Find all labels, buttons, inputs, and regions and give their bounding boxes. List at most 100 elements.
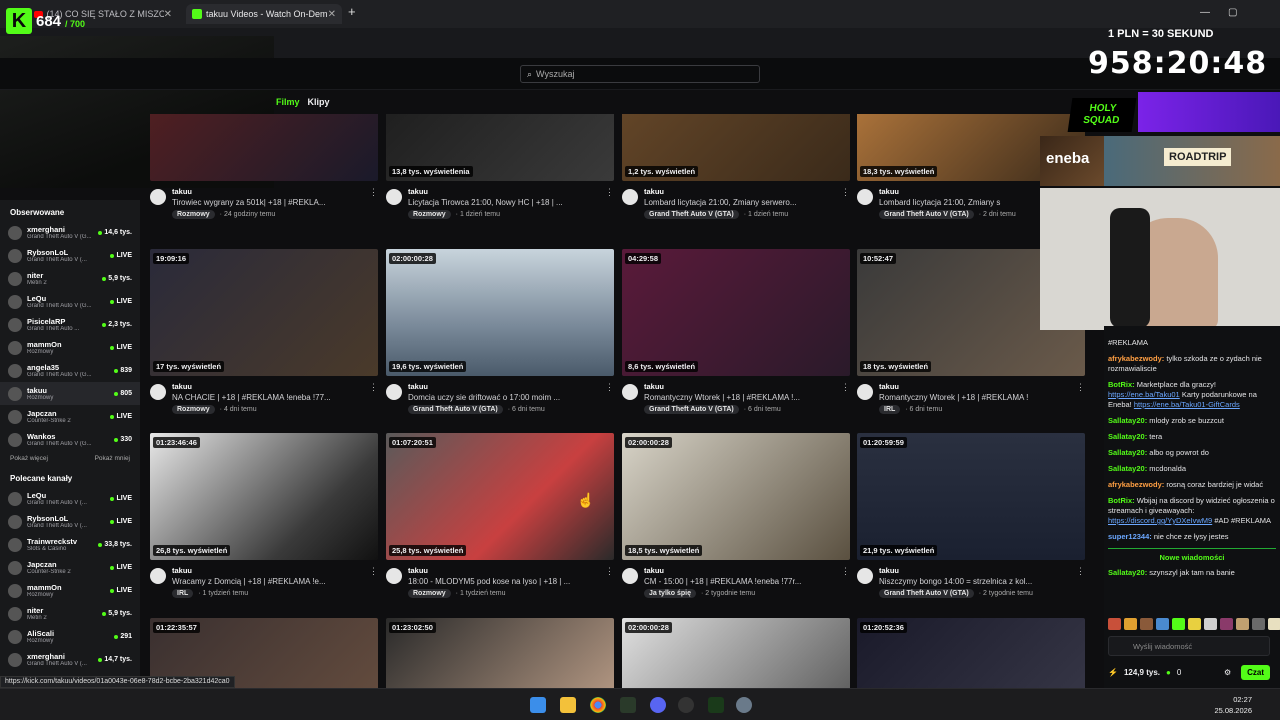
video-card[interactable]: 02:00:00:28 19,6 tys. wyświetleń takuu Do… <box>386 249 614 414</box>
category-tag[interactable]: Rozmowy <box>408 589 451 598</box>
emote-icon[interactable] <box>1140 618 1153 630</box>
channel-avatar[interactable] <box>386 189 402 205</box>
category-tag[interactable]: Rozmowy <box>172 405 215 414</box>
video-card[interactable]: 01:20:59:59 21,9 tys. wyświetleń takuu Ni… <box>857 433 1085 598</box>
sidebar-channel[interactable]: xmerghani Grand Theft Auto V (G... 14,6 … <box>0 221 140 244</box>
video-channel[interactable]: takuu <box>879 382 1072 391</box>
video-thumbnail[interactable] <box>150 114 378 181</box>
tab-kick[interactable]: takuu Videos - Watch On-Dem ✕ <box>186 4 342 24</box>
category-tag[interactable]: Ja tylko śpię <box>644 589 697 598</box>
search-input[interactable]: ⌕ Wyszukaj <box>520 65 760 83</box>
channel-avatar[interactable] <box>386 568 402 584</box>
video-title[interactable]: Wracamy z Domcią | +18 | #REKLAMA !e... <box>172 577 365 586</box>
chat-username[interactable]: Sallatay20: <box>1108 568 1147 577</box>
chat-username[interactable]: BotRix: <box>1108 496 1135 505</box>
channel-avatar[interactable] <box>622 384 638 400</box>
sidebar-channel[interactable]: PisicelaRP Grand Theft Auto ... 2,3 tys. <box>0 313 140 336</box>
chat-username[interactable]: Sallatay20: <box>1108 416 1147 425</box>
settings-icon[interactable]: ⚙ <box>1224 668 1231 677</box>
emote-icon[interactable] <box>1220 618 1233 630</box>
video-thumbnail[interactable]: 02:00:00:28 19,6 tys. wyświetleń <box>386 249 614 376</box>
sidebar-channel[interactable]: xmerghani Grand Theft Auto V (... 14,7 t… <box>0 648 140 671</box>
sidebar-channel[interactable]: RybsonLoL Grand Theft Auto V (... LIVE <box>0 510 140 533</box>
video-channel[interactable]: takuu <box>408 187 601 196</box>
emote-icon[interactable] <box>1268 618 1280 630</box>
category-tag[interactable]: IRL <box>172 589 194 598</box>
sidebar-channel[interactable]: RybsonLoL Grand Theft Auto V (... LIVE <box>0 244 140 267</box>
show-less-button[interactable]: Pokaż mniej <box>95 455 130 462</box>
video-channel[interactable]: takuu <box>172 566 365 575</box>
more-options-icon[interactable]: ⋮ <box>369 187 378 219</box>
obs-icon[interactable] <box>678 697 694 713</box>
video-card[interactable]: 02:00:00:28 <box>622 618 850 688</box>
category-tag[interactable]: Grand Theft Auto V (GTA) <box>644 405 739 414</box>
video-channel[interactable]: takuu <box>408 566 601 575</box>
video-title[interactable]: Romantyczny Wtorek | +18 | #REKLAMA ! <box>879 393 1072 402</box>
xbox-icon[interactable] <box>620 697 636 713</box>
windows-start-icon[interactable] <box>530 697 546 713</box>
emote-icon[interactable] <box>1156 618 1169 630</box>
video-title[interactable]: 18:00 - MLODYM5 pod kose na lyso | +18 |… <box>408 577 601 586</box>
emote-icon[interactable] <box>1252 618 1265 630</box>
sidebar-channel[interactable]: mammOn Rozmowy LIVE <box>0 579 140 602</box>
video-title[interactable]: Tirowiec wygrany za 501k| +18 | #REKLA..… <box>172 198 365 207</box>
video-card[interactable]: 01:23:02:50 <box>386 618 614 688</box>
video-channel[interactable]: takuu <box>172 187 365 196</box>
video-title[interactable]: Romantyczny Wtorek | +18 | #REKLAMA !... <box>644 393 837 402</box>
more-options-icon[interactable]: ⋮ <box>841 566 850 598</box>
category-tag[interactable]: Grand Theft Auto V (GTA) <box>408 405 503 414</box>
chat-username[interactable]: Sallatay20: <box>1108 448 1147 457</box>
video-card[interactable]: 19:09:16 17 tys. wyświetleń takuu NA CHAC… <box>150 249 378 414</box>
category-tag[interactable]: Rozmowy <box>172 210 215 219</box>
more-options-icon[interactable]: ⋮ <box>841 382 850 414</box>
more-options-icon[interactable]: ⋮ <box>369 566 378 598</box>
video-thumbnail[interactable]: 02:00:00:28 18,5 tys. wyświetleń <box>622 433 850 560</box>
video-thumbnail[interactable]: 13,8 tys. wyświetlenia <box>386 114 614 181</box>
chat-username[interactable]: BotRix: <box>1108 380 1135 389</box>
channel-avatar[interactable] <box>857 189 873 205</box>
close-icon[interactable]: ✕ <box>164 9 172 20</box>
video-thumbnail[interactable]: 01:23:02:50 <box>386 618 614 688</box>
more-options-icon[interactable]: ⋮ <box>605 566 614 598</box>
sidebar-channel[interactable]: LeQu Grand Theft Auto V (... LIVE <box>0 487 140 510</box>
more-options-icon[interactable]: ⋮ <box>369 382 378 414</box>
category-tag[interactable]: Grand Theft Auto V (GTA) <box>879 210 974 219</box>
chat-send-button[interactable]: Czat <box>1241 664 1270 680</box>
video-title[interactable]: NA CHACIE | +18 | #REKLAMA !eneba !77... <box>172 393 365 402</box>
category-tag[interactable]: IRL <box>879 405 901 414</box>
file-explorer-icon[interactable] <box>560 697 576 713</box>
video-channel[interactable]: takuu <box>644 566 837 575</box>
video-thumbnail[interactable]: 01:20:52:36 <box>857 618 1085 688</box>
chat-username[interactable]: afrykabezwody: <box>1108 480 1164 489</box>
more-options-icon[interactable]: ⋮ <box>841 187 850 219</box>
video-title[interactable]: Domcia uczy sie driftować o 17:00 moim .… <box>408 393 601 402</box>
more-options-icon[interactable]: ⋮ <box>1076 566 1085 598</box>
video-card[interactable]: 04:29:58 8,6 tys. wyświetleń takuu Romant… <box>622 249 850 414</box>
sidebar-channel[interactable]: niter Metin 2 5,9 tys. <box>0 602 140 625</box>
video-card[interactable]: 02:00:00:28 18,5 tys. wyświetleń takuu CM… <box>622 433 850 598</box>
sidebar-channel[interactable]: takuu Rozmowy 805 <box>0 382 140 405</box>
sidebar-channel[interactable]: Wankos Grand Theft Auto V (G... 330 <box>0 428 140 451</box>
video-thumbnail[interactable]: 19:09:16 17 tys. wyświetleń <box>150 249 378 376</box>
video-channel[interactable]: takuu <box>408 382 601 391</box>
more-options-icon[interactable]: ⋮ <box>605 187 614 219</box>
video-card[interactable]: 1,2 tys. wyświetleń takuu Lombard licyta… <box>622 114 850 219</box>
video-title[interactable]: Lombard licytacja 21:00, Zmiany serwero.… <box>644 198 837 207</box>
tab-clips[interactable]: Klipy <box>308 97 330 107</box>
chat-username[interactable]: super12344: <box>1108 532 1152 541</box>
category-tag[interactable]: Rozmowy <box>408 210 451 219</box>
video-card[interactable]: 01:23:46:46 26,8 tys. wyświetleń takuu Wr… <box>150 433 378 598</box>
sidebar-channel[interactable]: mammOn Rozmowy LIVE <box>0 336 140 359</box>
video-card[interactable]: 01:07:20:51 25,8 tys. wyświetleń takuu 18… <box>386 433 614 598</box>
emote-icon[interactable] <box>1124 618 1137 630</box>
channel-avatar[interactable] <box>150 384 166 400</box>
chat-input[interactable]: Wyślij wiadomość <box>1108 636 1270 656</box>
video-thumbnail[interactable]: 01:23:46:46 26,8 tys. wyświetleń <box>150 433 378 560</box>
channel-avatar[interactable] <box>857 384 873 400</box>
chat-username[interactable]: afrykabezwody: <box>1108 354 1164 363</box>
settings-app-icon[interactable] <box>736 697 752 713</box>
video-channel[interactable]: takuu <box>644 382 837 391</box>
category-tag[interactable]: Grand Theft Auto V (GTA) <box>879 589 974 598</box>
video-card[interactable]: takuu Tirowiec wygrany za 501k| +18 | #R… <box>150 114 378 219</box>
video-card[interactable]: 13,8 tys. wyświetlenia takuu Licytacja T… <box>386 114 614 219</box>
